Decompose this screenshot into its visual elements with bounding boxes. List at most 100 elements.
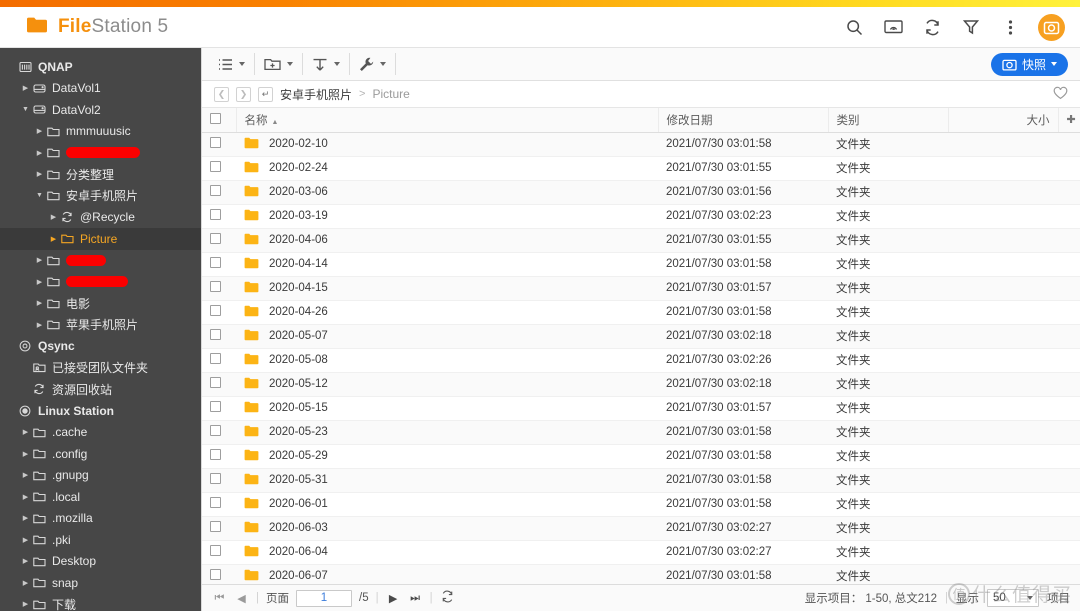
row-checkbox-cell[interactable] (202, 156, 236, 181)
chevron-down-icon[interactable]: ▼ (34, 192, 45, 199)
last-page-button[interactable]: ⏭ (408, 592, 423, 605)
sidebar-item-@recycle[interactable]: ▶ @Recycle (0, 207, 201, 229)
row-checkbox-cell[interactable] (202, 540, 236, 565)
row-checkbox[interactable] (210, 569, 221, 580)
row-checkbox-cell[interactable] (202, 564, 236, 584)
more-options-icon[interactable] (999, 16, 1021, 38)
table-row[interactable]: 2020-05-23 2021/07/30 03:01:58 文件夹 (202, 420, 1080, 445)
chevron-right-icon[interactable]: ▶ (20, 84, 31, 92)
row-checkbox[interactable] (210, 137, 221, 148)
chevron-right-icon[interactable]: ▶ (20, 557, 31, 565)
refresh-icon[interactable] (921, 16, 943, 38)
row-name-cell[interactable]: 2020-05-31 (236, 468, 658, 493)
forward-button[interactable]: ❯ (236, 86, 251, 102)
chevron-right-icon[interactable]: ▶ (48, 213, 59, 221)
row-checkbox[interactable] (210, 449, 221, 460)
row-checkbox[interactable] (210, 497, 221, 508)
row-name-cell[interactable]: 2020-02-24 (236, 156, 658, 181)
row-checkbox-cell[interactable] (202, 252, 236, 277)
row-name-cell[interactable]: 2020-03-06 (236, 180, 658, 205)
new-folder-button[interactable] (255, 53, 303, 75)
row-name-cell[interactable]: 2020-04-15 (236, 276, 658, 301)
row-name-cell[interactable]: 2020-06-04 (236, 540, 658, 565)
search-icon[interactable] (843, 16, 865, 38)
row-checkbox[interactable] (210, 209, 221, 220)
chevron-right-icon[interactable]: ▶ (20, 600, 31, 608)
row-checkbox-cell[interactable] (202, 468, 236, 493)
upload-button[interactable] (303, 53, 350, 75)
chevron-right-icon[interactable]: ▶ (34, 170, 45, 178)
row-name-cell[interactable]: 2020-06-01 (236, 492, 658, 517)
row-checkbox[interactable] (210, 185, 221, 196)
chevron-right-icon[interactable]: ▶ (34, 321, 45, 329)
next-page-button[interactable]: ▶ (386, 592, 401, 605)
row-checkbox-cell[interactable] (202, 492, 236, 517)
row-checkbox-cell[interactable] (202, 444, 236, 469)
column-header-checkbox[interactable] (202, 108, 237, 133)
row-checkbox-cell[interactable] (202, 276, 236, 301)
row-name-cell[interactable]: 2020-05-23 (236, 420, 658, 445)
chevron-right-icon[interactable]: ▶ (20, 536, 31, 544)
row-checkbox[interactable] (210, 305, 221, 316)
row-name-cell[interactable]: 2020-06-03 (236, 516, 658, 541)
cast-icon[interactable] (882, 16, 904, 38)
row-name-cell[interactable]: 2020-05-07 (236, 324, 658, 349)
tools-button[interactable] (350, 53, 396, 75)
sidebar-item-.config[interactable]: ▶ .config (0, 443, 201, 465)
row-checkbox-cell[interactable] (202, 372, 236, 397)
sidebar-item-redacted-10[interactable]: ▶ (0, 271, 201, 293)
sidebar-item-redacted-9[interactable]: ▶ (0, 250, 201, 272)
chevron-right-icon[interactable]: ▶ (34, 127, 45, 135)
row-checkbox-cell[interactable] (202, 204, 236, 229)
sidebar-item-.cache[interactable]: ▶ .cache (0, 422, 201, 444)
first-page-button[interactable]: ⏮ (212, 592, 227, 605)
row-checkbox[interactable] (210, 377, 221, 388)
table-row[interactable]: 2020-02-24 2021/07/30 03:01:55 文件夹 (202, 156, 1080, 181)
sidebar-item-qnap[interactable]: QNAP (0, 56, 201, 78)
table-row[interactable]: 2020-03-19 2021/07/30 03:02:23 文件夹 (202, 204, 1080, 229)
sidebar-tree[interactable]: QNAP ▶ DataVol1 ▼ DataVol2 ▶ mmmuuusic ▶ ▶ 分类整理 ▼ 安… (0, 48, 201, 611)
table-row[interactable]: 2020-05-15 2021/07/30 03:01:57 文件夹 (202, 396, 1080, 421)
sidebar-item-.mozilla[interactable]: ▶ .mozilla (0, 508, 201, 530)
row-checkbox[interactable] (210, 329, 221, 340)
chevron-down-icon[interactable]: ▼ (20, 106, 31, 113)
row-checkbox[interactable] (210, 161, 221, 172)
table-row[interactable]: 2020-06-01 2021/07/30 03:01:58 文件夹 (202, 492, 1080, 517)
table-row[interactable]: 2020-04-06 2021/07/30 03:01:55 文件夹 (202, 228, 1080, 253)
sidebar-item-snap[interactable]: ▶ snap (0, 572, 201, 594)
filter-icon[interactable] (960, 16, 982, 38)
table-row[interactable]: 2020-04-15 2021/07/30 03:01:57 文件夹 (202, 276, 1080, 301)
row-name-cell[interactable]: 2020-05-08 (236, 348, 658, 373)
row-checkbox[interactable] (210, 353, 221, 364)
table-row[interactable]: 2020-05-29 2021/07/30 03:01:58 文件夹 (202, 444, 1080, 469)
table-row[interactable]: 2020-06-03 2021/07/30 03:02:27 文件夹 (202, 516, 1080, 541)
chevron-right-icon[interactable]: ▶ (34, 278, 45, 286)
sidebar-item-desktop[interactable]: ▶ Desktop (0, 551, 201, 573)
column-header-size[interactable]: 大小 (948, 108, 1059, 133)
sidebar-item-电影[interactable]: ▶ 电影 (0, 293, 201, 315)
table-row[interactable]: 2020-04-26 2021/07/30 03:01:58 文件夹 (202, 300, 1080, 325)
sidebar-item-mmmuuusic[interactable]: ▶ mmmuuusic (0, 121, 201, 143)
row-checkbox-cell[interactable] (202, 324, 236, 349)
sidebar-item-资源回收站[interactable]: 资源回收站 (0, 379, 201, 401)
row-name-cell[interactable]: 2020-05-15 (236, 396, 658, 421)
column-header-name[interactable]: 名称 ▲ (236, 108, 659, 133)
sidebar-item-下载[interactable]: ▶ 下载 (0, 594, 201, 611)
breadcrumb-item-current[interactable]: Picture (372, 87, 409, 101)
table-row[interactable]: 2020-05-07 2021/07/30 03:02:18 文件夹 (202, 324, 1080, 349)
chevron-right-icon[interactable]: ▶ (20, 450, 31, 458)
row-checkbox[interactable] (210, 425, 221, 436)
sidebar-item-redacted-4[interactable]: ▶ (0, 142, 201, 164)
row-name-cell[interactable]: 2020-03-19 (236, 204, 658, 229)
row-name-cell[interactable]: 2020-06-07 (236, 564, 658, 584)
chevron-right-icon[interactable]: ▶ (20, 471, 31, 479)
row-checkbox-cell[interactable] (202, 228, 236, 253)
table-row[interactable]: 2020-06-04 2021/07/30 03:02:27 文件夹 (202, 540, 1080, 565)
table-row[interactable]: 2020-03-06 2021/07/30 03:01:56 文件夹 (202, 180, 1080, 205)
row-checkbox[interactable] (210, 233, 221, 244)
page-size-select[interactable]: 50 (987, 589, 1039, 607)
chevron-right-icon[interactable]: ▶ (20, 493, 31, 501)
table-row[interactable]: 2020-05-12 2021/07/30 03:02:18 文件夹 (202, 372, 1080, 397)
sidebar-item-安卓手机照片[interactable]: ▼ 安卓手机照片 (0, 185, 201, 207)
sidebar-item-qsync[interactable]: Qsync (0, 336, 201, 358)
